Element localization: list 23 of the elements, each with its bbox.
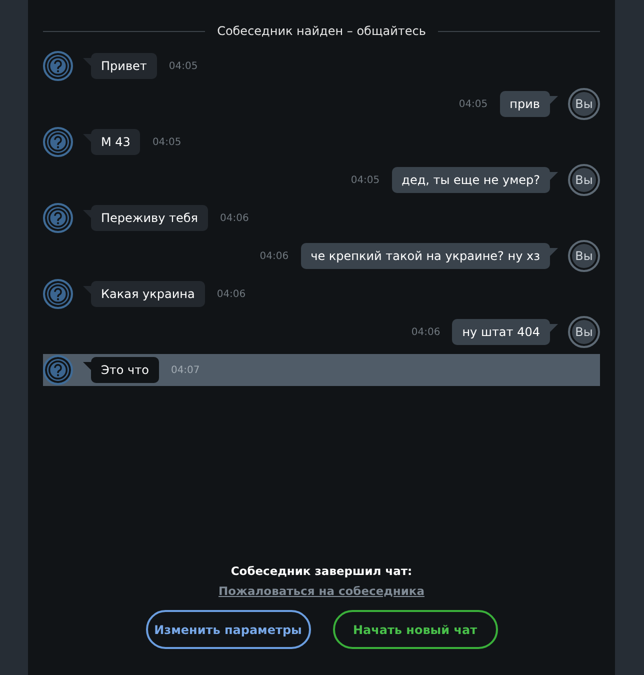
message-time: 04:06 xyxy=(216,288,246,300)
message-time: 04:06 xyxy=(260,250,289,262)
user-avatar: Вы xyxy=(568,240,600,272)
change-settings-button[interactable]: Изменить параметры xyxy=(146,610,310,649)
message-time: 04:05 xyxy=(152,136,182,148)
message-time: 04:06 xyxy=(411,326,440,338)
chat-status-header: Собеседник найден – общайтесь xyxy=(217,24,426,38)
message-time: 04:05 xyxy=(458,98,488,110)
report-link[interactable]: Пожаловаться на собеседника xyxy=(218,584,424,598)
question-mark-avatar-icon xyxy=(43,203,73,233)
new-chat-button[interactable]: Начать новый чат xyxy=(332,610,498,649)
question-mark-avatar-icon xyxy=(43,279,73,309)
user-avatar: Вы xyxy=(568,164,600,196)
message-time: 04:05 xyxy=(168,60,198,72)
message-time: 04:07 xyxy=(170,364,200,376)
user-avatar: Вы xyxy=(568,88,600,120)
question-mark-avatar-icon xyxy=(43,355,73,385)
question-mark-avatar-icon xyxy=(43,51,73,81)
message-time: 04:06 xyxy=(220,212,249,224)
message-time: 04:05 xyxy=(350,174,380,186)
question-mark-avatar-icon xyxy=(43,127,73,157)
user-avatar: Вы xyxy=(568,316,600,348)
chat-ended-text: Собеседник завершил чат: xyxy=(230,564,412,578)
